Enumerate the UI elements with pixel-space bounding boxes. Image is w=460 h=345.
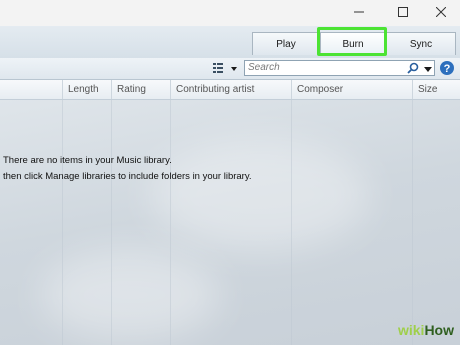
tab-sync[interactable]: Sync [386, 32, 456, 55]
search-icon[interactable] [407, 62, 419, 77]
tab-bar: Play Burn Sync [0, 26, 460, 59]
minimize-icon[interactable] [343, 0, 375, 24]
column-size[interactable]: Size [412, 80, 460, 99]
column-composer-label: Composer [297, 84, 344, 95]
view-options-icon[interactable] [213, 62, 237, 75]
wikihow-watermark: wiki How [398, 319, 454, 341]
column-divider [62, 100, 63, 345]
library-content: There are no items in your Music library… [0, 100, 460, 345]
column-contributing-artist[interactable]: Contributing artist [170, 80, 291, 99]
column-rating[interactable]: Rating [111, 80, 170, 99]
wikihow-wiki: wiki [397, 322, 425, 338]
close-icon[interactable] [425, 0, 457, 24]
column-divider [111, 100, 112, 345]
column-divider [170, 100, 171, 345]
search-dropdown-icon[interactable] [424, 65, 432, 76]
column-size-label: Size [418, 84, 438, 95]
column-divider [412, 100, 413, 345]
title-bar [0, 0, 460, 26]
column-contributing-artist-label: Contributing artist [176, 84, 255, 95]
background-cloud [150, 140, 370, 250]
manage-libraries-hint: then click Manage libraries to include f… [3, 171, 252, 182]
toolbar: Search ? [0, 58, 460, 80]
background-cloud [40, 250, 220, 340]
tab-sync-label: Sync [409, 38, 433, 50]
column-composer[interactable]: Composer [291, 80, 412, 99]
column-header-row: Length Rating Contributing artist Compos… [0, 80, 460, 100]
svg-text:?: ? [444, 63, 451, 75]
search-input[interactable]: Search [244, 60, 435, 76]
empty-library-message: There are no items in your Music library… [3, 155, 172, 166]
tab-play-label: Play [276, 38, 296, 50]
column-length[interactable]: Length [62, 80, 111, 99]
column-rating-label: Rating [117, 84, 146, 95]
tab-play[interactable]: Play [252, 32, 320, 55]
wikihow-how: How [424, 322, 454, 338]
burn-tab-highlight [317, 27, 387, 56]
column-length-label: Length [68, 84, 99, 95]
maximize-icon[interactable] [387, 0, 419, 24]
column-divider [291, 100, 292, 345]
search-placeholder: Search [248, 62, 280, 73]
help-icon[interactable]: ? [439, 60, 455, 79]
